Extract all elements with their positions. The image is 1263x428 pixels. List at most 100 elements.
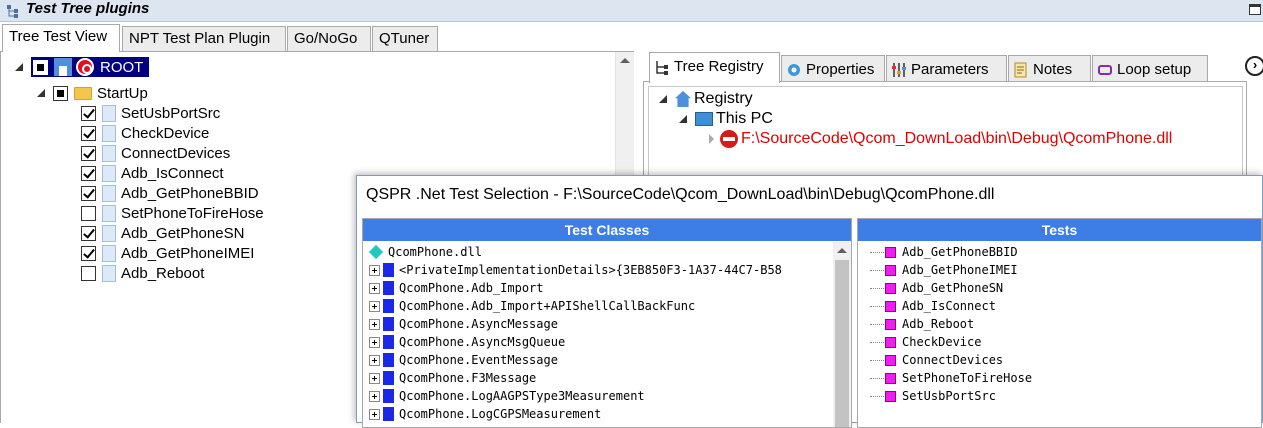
expand-icon[interactable]: [369, 300, 380, 312]
tree-group-startup[interactable]: StartUp: [37, 83, 148, 103]
tree-item[interactable]: Adb_GetPhoneIMEI: [81, 243, 254, 263]
test-item[interactable]: ConnectDevices: [870, 351, 1003, 369]
expand-icon[interactable]: [709, 134, 714, 144]
tree-item[interactable]: Adb_IsConnect: [81, 163, 224, 183]
class-item[interactable]: QcomPhone.F3Message: [369, 369, 536, 387]
tree-item[interactable]: SetPhoneToFireHose: [81, 203, 264, 223]
item-checkbox[interactable]: [81, 205, 96, 221]
class-icon: [383, 407, 394, 421]
tree-item[interactable]: CheckDevice: [81, 123, 209, 143]
item-checkbox[interactable]: [81, 185, 96, 201]
collapse-icon[interactable]: [679, 115, 687, 123]
collapse-icon[interactable]: [15, 63, 23, 71]
class-item[interactable]: QcomPhone.LogCGPSMeasurement: [369, 405, 601, 423]
tab-loop-setup[interactable]: Loop setup: [1092, 55, 1208, 82]
test-item[interactable]: Adb_GetPhoneBBID: [870, 243, 1018, 261]
root-checkbox[interactable]: [33, 59, 48, 75]
test-item[interactable]: SetPhoneToFireHose: [870, 369, 1032, 387]
class-item[interactable]: <PrivateImplementationDetails>{3EB850F3-…: [369, 261, 782, 279]
expand-icon[interactable]: [369, 264, 380, 276]
tree-item[interactable]: Adb_GetPhoneSN: [81, 223, 244, 243]
collapse-icon[interactable]: [659, 95, 667, 103]
tree-item-label: Adb_GetPhoneIMEI: [121, 244, 255, 262]
expand-icon[interactable]: [369, 408, 380, 420]
dll-node[interactable]: QcomPhone.dll: [368, 243, 482, 261]
error-icon: [720, 130, 738, 148]
tree-item-label: SetPhoneToFireHose: [121, 204, 264, 222]
test-label: Adb_GetPhoneIMEI: [902, 263, 1018, 277]
maximize-button[interactable]: [1249, 4, 1261, 15]
test-selection-dialog: QSPR .Net Test Selection - F:\SourceCode…: [356, 175, 1263, 428]
test-classes-header: Test Classes: [363, 219, 851, 241]
tab-label: Properties: [806, 61, 875, 78]
startup-checkbox[interactable]: [53, 85, 68, 101]
test-label: Adb_Reboot: [902, 317, 975, 331]
tree-item-label: ConnectDevices: [121, 144, 231, 162]
expand-icon[interactable]: [369, 372, 380, 384]
test-label: Adb_IsConnect: [902, 299, 996, 313]
test-item[interactable]: Adb_GetPhoneSN: [870, 279, 1003, 297]
item-checkbox[interactable]: [81, 265, 96, 281]
gear-icon: [786, 62, 802, 78]
test-classes-pane: Test Classes QcomPhone.dll <PrivateImple…: [362, 218, 852, 428]
class-item[interactable]: QcomPhone.Adb_Import: [369, 279, 544, 297]
right-tab-strip: Tree Registry Properties Parameters Note…: [643, 52, 1243, 83]
tree-root-node[interactable]: ROOT: [15, 57, 150, 77]
tab-qtuner[interactable]: QTuner: [372, 26, 438, 51]
test-method-icon: [885, 300, 896, 312]
tree-item[interactable]: SetUsbPortSrc: [81, 103, 220, 123]
expand-icon[interactable]: [369, 336, 380, 348]
scroll-thumb[interactable]: [835, 260, 849, 427]
tab-notes[interactable]: Notes: [1008, 55, 1091, 82]
tab-scroll-right-icon[interactable]: ›: [1245, 56, 1263, 76]
diamond-icon: [368, 244, 384, 260]
tree-item[interactable]: ConnectDevices: [81, 143, 230, 163]
class-item[interactable]: QcomPhone.LogAAGPSType3Measurement: [369, 387, 645, 405]
tree-item[interactable]: Adb_GetPhoneBBID: [81, 183, 259, 203]
test-method-icon: [885, 282, 896, 294]
item-checkbox[interactable]: [81, 125, 96, 141]
tab-go-nogo[interactable]: Go/NoGo: [287, 26, 371, 51]
class-item[interactable]: QcomPhone.Adb_Import+APIShellCallBackFun…: [369, 297, 695, 315]
registry-pc-node[interactable]: This PC: [679, 109, 773, 129]
class-item[interactable]: QcomPhone.EventMessage: [369, 351, 558, 369]
test-item[interactable]: SetUsbPortSrc: [870, 387, 996, 405]
item-checkbox[interactable]: [81, 165, 96, 181]
scroll-up-icon[interactable]: [620, 58, 630, 63]
test-method-icon: [885, 318, 896, 330]
registry-tree: Registry This PC F:\SourceCode\Qcom_Down…: [648, 86, 1243, 178]
class-item[interactable]: QcomPhone.AsyncMsgQueue: [369, 333, 565, 351]
classes-scrollbar[interactable]: [833, 242, 851, 427]
registry-dll-node[interactable]: F:\SourceCode\Qcom_DownLoad\bin\Debug\Qc…: [709, 129, 1172, 149]
sliders-icon: [891, 62, 907, 78]
tab-parameters[interactable]: Parameters: [886, 55, 1007, 82]
tab-tree-test-view[interactable]: Tree Test View: [2, 24, 120, 52]
registry-root-node[interactable]: Registry: [659, 89, 753, 109]
test-label: Adb_GetPhoneBBID: [902, 245, 1018, 259]
test-item[interactable]: CheckDevice: [870, 333, 981, 351]
test-doc-icon: [102, 224, 116, 242]
expand-icon[interactable]: [369, 318, 380, 330]
tree-item[interactable]: Adb_Reboot: [81, 263, 204, 283]
test-item[interactable]: Adb_Reboot: [870, 315, 974, 333]
tree-item-label: SetUsbPortSrc: [121, 104, 221, 122]
computer-icon: [695, 112, 713, 126]
expand-icon[interactable]: [369, 390, 380, 402]
item-checkbox[interactable]: [81, 105, 96, 121]
scroll-up-icon[interactable]: [837, 248, 847, 253]
home-icon: [675, 91, 691, 107]
item-checkbox[interactable]: [81, 245, 96, 261]
expand-icon[interactable]: [369, 282, 380, 294]
stop-icon: [76, 58, 94, 76]
notes-icon: [1013, 62, 1029, 78]
tab-npt-test-plan-plugin[interactable]: NPT Test Plan Plugin: [122, 26, 286, 51]
test-item[interactable]: Adb_IsConnect: [870, 297, 996, 315]
tab-properties[interactable]: Properties: [781, 55, 885, 82]
collapse-icon[interactable]: [37, 89, 45, 97]
class-item[interactable]: QcomPhone.AsyncMessage: [369, 315, 558, 333]
expand-icon[interactable]: [369, 354, 380, 366]
item-checkbox[interactable]: [81, 225, 96, 241]
item-checkbox[interactable]: [81, 145, 96, 161]
test-item[interactable]: Adb_GetPhoneIMEI: [870, 261, 1018, 279]
tab-tree-registry[interactable]: Tree Registry: [649, 52, 780, 83]
